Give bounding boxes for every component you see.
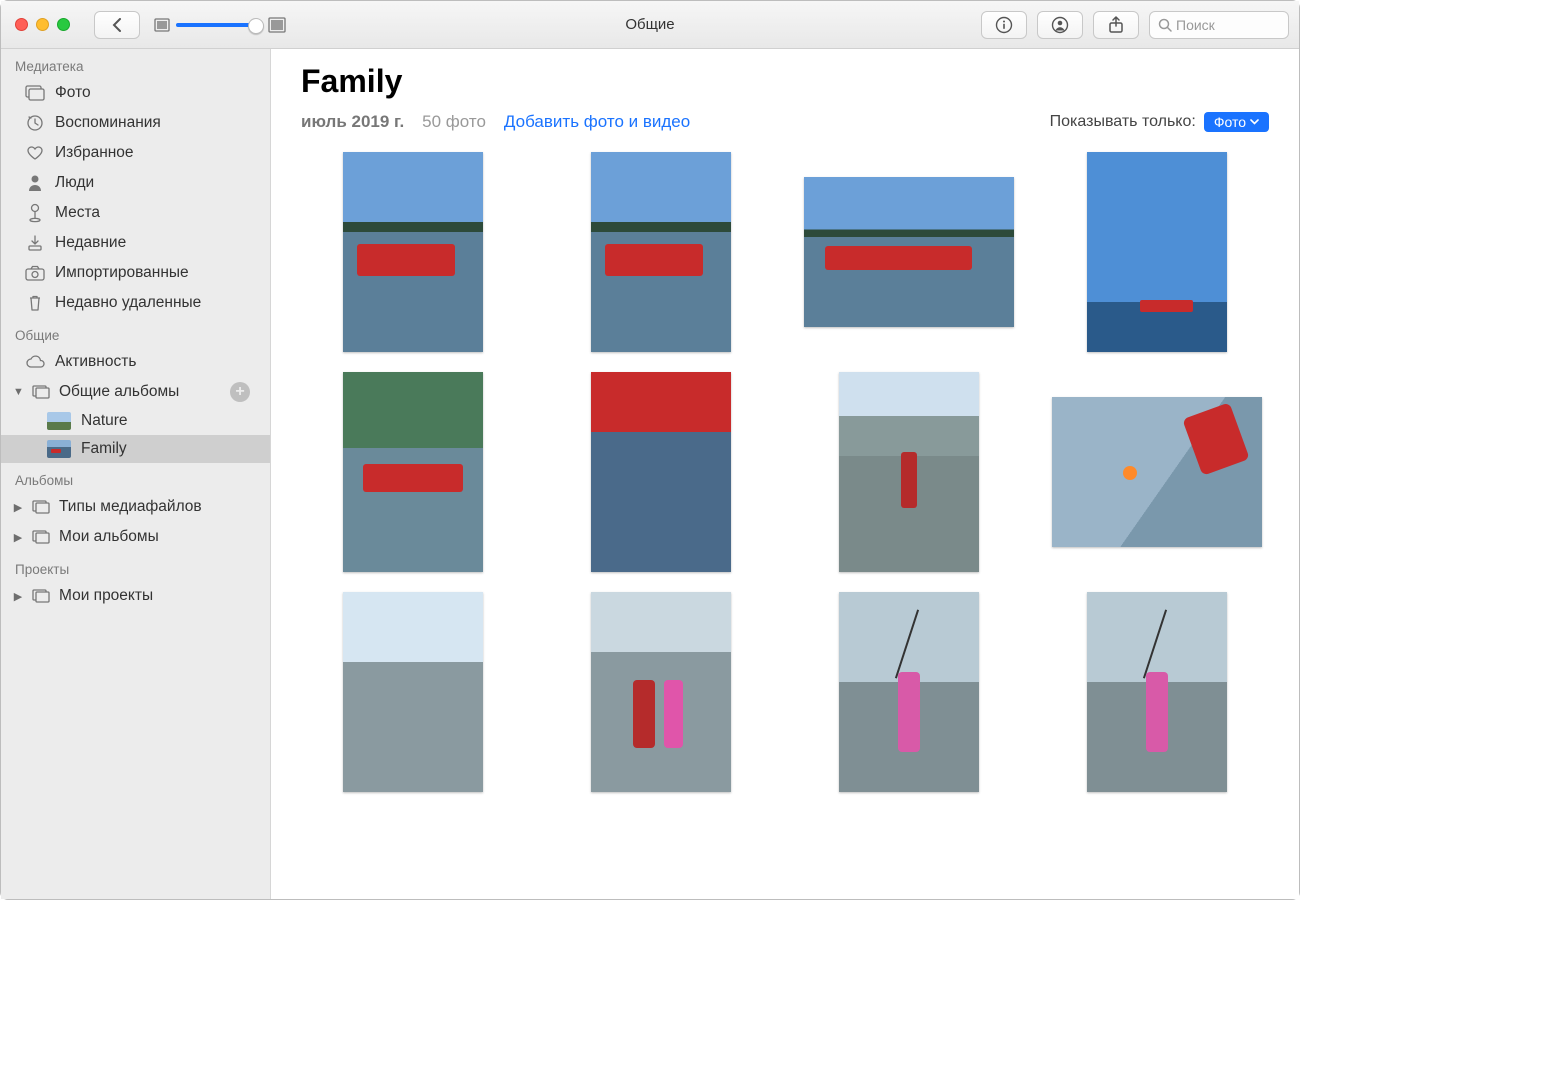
clock-icon: [25, 113, 45, 133]
filter-label: Показывать только:: [1050, 113, 1196, 131]
camera-icon: [25, 263, 45, 283]
sidebar-item-shared-albums[interactable]: ▼ Общие альбомы +: [1, 377, 270, 407]
main-content: Family июль 2019 г. 50 фото Добавить фот…: [271, 49, 1299, 899]
album-stack-icon: [31, 527, 51, 547]
sidebar: Медиатека Фото Воспоминания Избранное Лю…: [1, 49, 271, 899]
person-circle-icon: [1051, 16, 1069, 34]
album-stack-icon: [31, 497, 51, 517]
sidebar-item-activity[interactable]: Активность: [1, 347, 270, 377]
search-field[interactable]: Поиск: [1149, 11, 1289, 39]
trash-icon: [25, 293, 45, 313]
close-window-button[interactable]: [15, 18, 28, 31]
photo-thumbnail[interactable]: [591, 372, 731, 572]
zoom-window-button[interactable]: [57, 18, 70, 31]
photo-thumbnail[interactable]: [343, 152, 483, 352]
disclosure-triangle-icon[interactable]: ▶: [13, 590, 23, 603]
sidebar-label: Недавно удаленные: [55, 294, 201, 312]
disclosure-triangle-icon[interactable]: ▶: [13, 501, 23, 514]
album-stack-icon: [31, 382, 51, 402]
album-meta: июль 2019 г. 50 фото Добавить фото и вид…: [301, 112, 1269, 132]
disclosure-triangle-icon[interactable]: ▶: [13, 531, 23, 544]
sidebar-label: Nature: [81, 412, 128, 430]
photo-thumbnail[interactable]: [591, 152, 731, 352]
sidebar-label: Импортированные: [55, 264, 189, 282]
search-icon: [1158, 18, 1172, 32]
share-button[interactable]: [1093, 11, 1139, 39]
photo-thumbnail[interactable]: [1052, 397, 1262, 547]
section-albums-header: Альбомы: [1, 463, 270, 492]
sidebar-label: Мои альбомы: [59, 528, 159, 546]
album-count: 50 фото: [422, 112, 486, 132]
photo-thumbnail[interactable]: [1087, 152, 1227, 352]
sidebar-item-recents[interactable]: Недавние: [1, 228, 270, 258]
sidebar-label: Воспоминания: [55, 114, 161, 132]
person-icon: [25, 173, 45, 193]
cloud-icon: [25, 352, 45, 372]
share-icon: [1108, 16, 1124, 34]
sidebar-item-my-projects[interactable]: ▶ Мои проекты: [1, 581, 270, 611]
sidebar-label: Family: [81, 440, 127, 458]
sidebar-item-my-albums[interactable]: ▶ Мои альбомы: [1, 522, 270, 552]
thumb-small-icon: [154, 18, 170, 32]
thumb-large-icon: [268, 17, 286, 33]
sidebar-item-places[interactable]: Места: [1, 198, 270, 228]
titlebar: Общие Поиск: [1, 1, 1299, 49]
sidebar-label: Типы медиафайлов: [59, 498, 202, 516]
sidebar-label: Недавние: [55, 234, 126, 252]
filter-dropdown[interactable]: Фото: [1204, 112, 1269, 132]
album-thumbnail: [47, 412, 71, 430]
add-shared-album-button[interactable]: +: [230, 382, 250, 402]
search-placeholder: Поиск: [1176, 17, 1215, 33]
sidebar-label: Общие альбомы: [59, 383, 179, 401]
section-library-header: Медиатека: [1, 49, 270, 78]
sidebar-item-trash[interactable]: Недавно удаленные: [1, 288, 270, 318]
photos-icon: [25, 83, 45, 103]
sidebar-item-memories[interactable]: Воспоминания: [1, 108, 270, 138]
section-projects-header: Проекты: [1, 552, 270, 581]
photo-thumbnail[interactable]: [804, 177, 1014, 327]
sidebar-album-family[interactable]: Family: [1, 435, 270, 463]
album-thumbnail: [47, 440, 71, 458]
people-button[interactable]: [1037, 11, 1083, 39]
pin-icon: [25, 203, 45, 223]
album-date: июль 2019 г.: [301, 112, 404, 132]
disclosure-triangle-icon[interactable]: ▼: [13, 386, 23, 398]
chevron-down-icon: [1250, 119, 1259, 125]
sidebar-label: Мои проекты: [59, 587, 153, 605]
sidebar-label: Фото: [55, 84, 91, 102]
album-title: Family: [301, 63, 1269, 100]
sidebar-item-photos[interactable]: Фото: [1, 78, 270, 108]
size-slider[interactable]: [176, 23, 262, 27]
album-stack-icon: [31, 586, 51, 606]
photo-thumbnail[interactable]: [343, 592, 483, 792]
photo-thumbnail[interactable]: [839, 372, 979, 572]
sidebar-label: Избранное: [55, 144, 134, 162]
photo-thumbnail[interactable]: [591, 592, 731, 792]
sidebar-label: Места: [55, 204, 100, 222]
sidebar-item-media-types[interactable]: ▶ Типы медиафайлов: [1, 492, 270, 522]
photo-thumbnail[interactable]: [1087, 592, 1227, 792]
info-button[interactable]: [981, 11, 1027, 39]
sidebar-label: Активность: [55, 353, 136, 371]
photo-grid: [301, 152, 1269, 792]
sidebar-label: Люди: [55, 174, 94, 192]
download-icon: [25, 233, 45, 253]
sidebar-item-people[interactable]: Люди: [1, 168, 270, 198]
sidebar-item-imports[interactable]: Импортированные: [1, 258, 270, 288]
thumbnail-size-control[interactable]: [154, 17, 286, 33]
chevron-left-icon: [112, 18, 122, 32]
section-shared-header: Общие: [1, 318, 270, 347]
back-button[interactable]: [94, 11, 140, 39]
window-controls: [1, 18, 70, 31]
sidebar-item-favorites[interactable]: Избранное: [1, 138, 270, 168]
photo-thumbnail[interactable]: [343, 372, 483, 572]
toolbar-right: Поиск: [981, 11, 1289, 39]
sidebar-album-nature[interactable]: Nature: [1, 407, 270, 435]
add-photos-link[interactable]: Добавить фото и видео: [504, 112, 690, 132]
photo-thumbnail[interactable]: [839, 592, 979, 792]
minimize-window-button[interactable]: [36, 18, 49, 31]
info-icon: [995, 16, 1013, 34]
filter-value: Фото: [1214, 114, 1246, 130]
heart-icon: [25, 143, 45, 163]
